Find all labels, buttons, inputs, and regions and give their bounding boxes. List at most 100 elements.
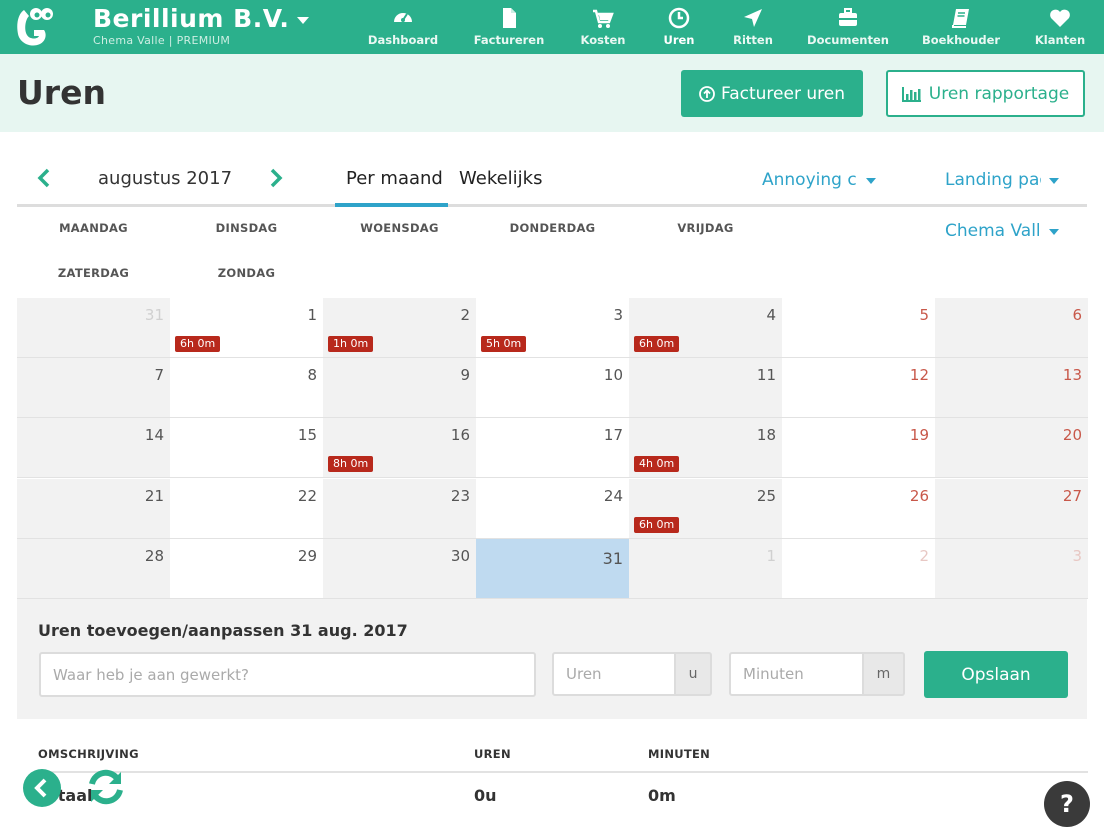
- chevron-down-icon[interactable]: [297, 17, 310, 24]
- account-subtitle: Chema Valle | PREMIUM: [93, 34, 231, 47]
- day-number: 16: [450, 426, 470, 445]
- logged-hours-badge: 6h 0m: [175, 336, 221, 352]
- chevron-down-icon[interactable]: [1049, 229, 1059, 235]
- weekday-header-dinsdag: DINSDAG: [215, 221, 278, 235]
- project-filter-dropdown[interactable]: Landing pag: [945, 170, 1041, 190]
- calendar-day-cell[interactable]: 7: [17, 358, 170, 419]
- day-number: 28: [144, 546, 164, 565]
- clock-icon: [668, 7, 690, 29]
- nav-item-documenten[interactable]: Documenten: [798, 6, 898, 47]
- previous-month-chevron-icon[interactable]: [34, 166, 54, 190]
- calendar-day-cell[interactable]: 3 5h 0m: [476, 298, 629, 358]
- tab-weekly[interactable]: Wekelijks: [459, 168, 542, 189]
- calendar-day-cell[interactable]: 31: [476, 538, 629, 599]
- calendar-day-cell[interactable]: 17: [476, 418, 629, 479]
- weekday-header-donderdag: DONDERDAG: [509, 221, 596, 235]
- nav-item-label: Documenten: [807, 33, 889, 47]
- calendar-day-cell[interactable]: 1: [629, 538, 782, 599]
- weekday-header-woensdag: WOENSDAG: [360, 221, 439, 235]
- calendar-day-cell[interactable]: 4 6h 0m: [629, 298, 782, 358]
- chevron-down-icon[interactable]: [1049, 178, 1059, 184]
- calendar-day-cell[interactable]: 1 6h 0m: [170, 298, 323, 358]
- calendar-day-cell[interactable]: 18 4h 0m: [629, 418, 782, 479]
- help-button[interactable]: ?: [1044, 781, 1090, 827]
- day-number: 26: [909, 486, 929, 505]
- invoice-hours-button[interactable]: Factureer uren: [681, 70, 863, 117]
- nav-item-label: Boekhouder: [921, 33, 1001, 47]
- bar-chart-icon: [901, 86, 921, 102]
- tabs-divider: [17, 204, 1087, 207]
- day-number: 22: [297, 486, 317, 505]
- user-filter-dropdown[interactable]: Chema Valle: [945, 221, 1041, 241]
- company-switcher[interactable]: Berillium B.V. Chema Valle | PREMIUM: [93, 4, 310, 47]
- day-number: 29: [297, 546, 317, 565]
- calendar-day-cell[interactable]: 27: [935, 478, 1088, 539]
- day-number: 15: [297, 426, 317, 445]
- nav-item-boekhouder[interactable]: Boekhouder: [911, 6, 1011, 47]
- logged-hours-badge: 6h 0m: [634, 516, 680, 533]
- tab-per-month[interactable]: Per maand: [346, 168, 443, 189]
- day-number: 18: [756, 426, 776, 445]
- company-name[interactable]: Berillium B.V.: [93, 4, 289, 33]
- nav-item-klanten[interactable]: Klanten: [1010, 6, 1104, 47]
- calendar-day-cell[interactable]: 25 6h 0m: [629, 478, 782, 539]
- calendar-day-cell[interactable]: 2 1h 0m: [323, 298, 476, 358]
- calendar-day-cell[interactable]: 8: [170, 358, 323, 419]
- nav-item-dashboard[interactable]: Dashboard: [353, 6, 453, 47]
- page-title: Uren: [17, 73, 106, 112]
- day-number: 20: [1062, 426, 1082, 445]
- description-input[interactable]: Waar heb je aan gewerkt?: [39, 652, 536, 697]
- calendar-day-cell[interactable]: 20: [935, 418, 1088, 479]
- hours-report-button[interactable]: Uren rapportage: [886, 70, 1085, 117]
- refresh-icon[interactable]: [85, 766, 127, 808]
- nav-item-label: Factureren: [473, 33, 545, 47]
- calendar-day-cell[interactable]: 26: [782, 479, 935, 539]
- chevron-down-icon[interactable]: [866, 178, 876, 184]
- weekday-header-zaterdag: ZATERDAG: [57, 266, 130, 280]
- calendar-day-cell[interactable]: 10: [476, 358, 629, 419]
- calendar-day-cell[interactable]: 22: [170, 479, 323, 539]
- nav-item-ritten[interactable]: Ritten: [703, 6, 803, 47]
- calendar-day-cell[interactable]: 30: [323, 538, 476, 599]
- back-button[interactable]: [23, 769, 61, 807]
- calendar-day-cell[interactable]: 23: [323, 478, 476, 539]
- day-number: 3: [613, 306, 623, 324]
- calendar-day-cell[interactable]: 24: [476, 479, 629, 539]
- calendar-day-cell[interactable]: 6: [935, 298, 1088, 358]
- day-number: 31: [602, 548, 623, 568]
- hours-unit-addon: u: [674, 652, 712, 696]
- calendar-day-cell[interactable]: 15: [170, 418, 323, 479]
- calendar-day-cell[interactable]: 28: [17, 538, 170, 599]
- calendar-day-cell[interactable]: 16 8h 0m: [323, 418, 476, 479]
- calendar-day-cell[interactable]: 11: [629, 358, 782, 419]
- calendar-day-cell[interactable]: 9: [323, 358, 476, 419]
- day-number: 27: [1062, 486, 1082, 505]
- minutes-input[interactable]: Minuten: [729, 652, 864, 696]
- customer-filter-dropdown[interactable]: Annoying cu: [762, 170, 858, 190]
- calendar-day-cell[interactable]: 14: [17, 418, 170, 479]
- calendar-day-cell[interactable]: 29: [170, 539, 323, 599]
- calendar-day-cell[interactable]: 2: [782, 539, 935, 599]
- calendar-day-cell[interactable]: 31: [17, 298, 170, 358]
- next-month-chevron-icon[interactable]: [266, 166, 286, 190]
- calendar-day-cell[interactable]: 5: [782, 298, 935, 358]
- hours-input[interactable]: Uren: [552, 652, 676, 696]
- invoice-hours-label: Factureer uren: [721, 83, 845, 104]
- calendar-day-cell[interactable]: 3: [935, 538, 1088, 599]
- active-tab-indicator: [335, 203, 448, 207]
- calendar-day-cell[interactable]: 21: [17, 478, 170, 539]
- circle-arrow-up-icon: [699, 85, 715, 102]
- save-button[interactable]: Opslaan: [924, 651, 1068, 698]
- calendar-day-cell[interactable]: 13: [935, 358, 1088, 419]
- app-logo-icon[interactable]: [14, 6, 54, 48]
- logged-hours-badge: 4h 0m: [634, 456, 680, 473]
- briefcase-icon: [839, 8, 857, 26]
- top-navigation-bar: Berillium B.V. Chema Valle | PREMIUM Das…: [0, 0, 1104, 54]
- nav-item-factureren[interactable]: Factureren: [459, 6, 559, 47]
- day-number: 12: [909, 366, 929, 385]
- calendar-day-cell[interactable]: 12: [782, 358, 935, 419]
- nav-item-label: Dashboard: [367, 33, 439, 47]
- day-number: 17: [603, 426, 623, 445]
- day-number: 1: [307, 306, 317, 324]
- calendar-day-cell[interactable]: 19: [782, 418, 935, 479]
